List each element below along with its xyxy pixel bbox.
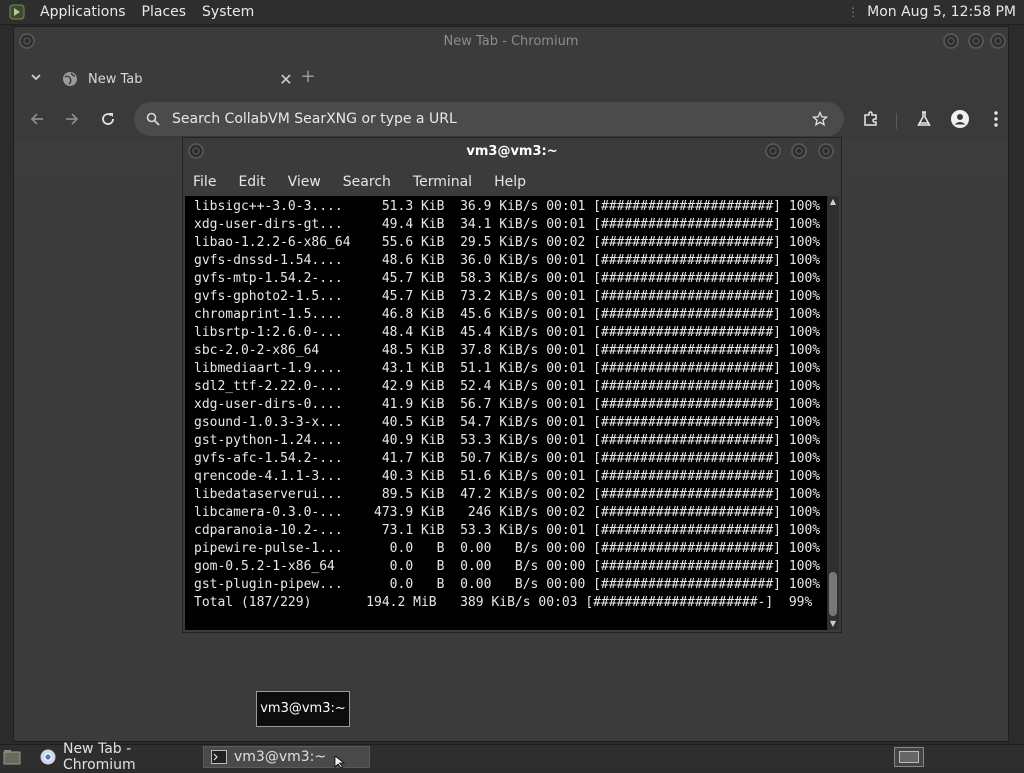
terminal-line: libmediaart-1.9.... 43.1 KiB 51.1 KiB/s … <box>194 361 821 376</box>
task-chromium[interactable]: New Tab - Chromium <box>34 741 200 773</box>
terminal-output[interactable]: libsigc++-3.0-3.... 51.3 KiB 36.9 KiB/s … <box>185 196 827 630</box>
extensions-puzzle-icon[interactable] <box>859 107 883 131</box>
terminal-line: libcamera-0.3.0-... 473.9 KiB 246 KiB/s … <box>194 505 821 520</box>
minimize-button[interactable] <box>943 33 959 49</box>
toolbar-separator <box>896 113 897 129</box>
chromium-window-title: New Tab - Chromium <box>443 34 579 49</box>
bookmark-star-icon[interactable] <box>808 111 832 127</box>
terminal-minimize-button[interactable] <box>765 143 781 159</box>
taskbar-tooltip: vm3@vm3:~ <box>256 691 350 727</box>
scroll-down-arrow-icon[interactable]: ▼ <box>827 618 839 630</box>
task-chromium-label: New Tab - Chromium <box>62 741 136 773</box>
back-arrow-icon[interactable] <box>25 107 49 131</box>
terminal-line: libsrtp-1:2.6.0-... 48.4 KiB 45.4 KiB/s … <box>194 325 821 340</box>
terminal-titlebar[interactable]: vm3@vm3:~ <box>183 138 841 166</box>
workspace-switcher[interactable] <box>894 747 924 767</box>
menu-view[interactable]: View <box>277 174 332 190</box>
terminal-line: gom-0.5.2-1-x86_64 0.0 B 0.00 B/s 00:00 … <box>194 559 821 574</box>
panel-handle-icon: ⋮ <box>847 5 859 19</box>
terminal-line: libao-1.2.2-6-x86_64 55.6 KiB 29.5 KiB/s… <box>194 235 821 250</box>
maximize-button[interactable] <box>968 33 984 49</box>
terminal-line: Total (187/229) 194.2 MiB 389 KiB/s 00:0… <box>194 595 813 610</box>
menu-help[interactable]: Help <box>483 174 537 190</box>
terminal-window: vm3@vm3:~ File Edit View Search Terminal… <box>182 137 842 633</box>
menu-edit[interactable]: Edit <box>227 174 276 190</box>
terminal-line: gvfs-mtp-1.54.2-... 45.7 KiB 58.3 KiB/s … <box>194 271 821 286</box>
menu-file[interactable]: File <box>183 174 227 190</box>
terminal-menubar: File Edit View Search Terminal Help <box>183 168 841 196</box>
terminal-line: gvfs-afc-1.54.2-... 41.7 KiB 50.7 KiB/s … <box>194 451 821 466</box>
chromium-icon <box>40 748 57 766</box>
terminal-line: gst-python-1.24.... 40.9 KiB 53.3 KiB/s … <box>194 433 821 448</box>
tab-new-tab[interactable]: New Tab ✕ <box>54 61 298 97</box>
terminal-close-button[interactable] <box>818 143 834 159</box>
system-menu[interactable]: System <box>194 0 262 24</box>
globe-icon <box>62 71 78 87</box>
workspace-window-preview <box>899 751 919 763</box>
tab-label: New Tab <box>88 71 143 87</box>
terminal-line: gvfs-gphoto2-1.5... 45.7 KiB 73.2 KiB/s … <box>194 289 821 304</box>
profile-avatar-icon[interactable] <box>948 107 972 131</box>
tab-search-chevron-icon[interactable] <box>26 67 46 87</box>
omnibox[interactable]: Search CollabVM SearXNG or type a URL <box>134 102 844 136</box>
menu-search[interactable]: Search <box>332 174 402 190</box>
terminal-line: gsound-1.0.3-3-x... 40.5 KiB 54.7 KiB/s … <box>194 415 821 430</box>
bottom-panel: New Tab - Chromium vm3@vm3:~ <box>0 741 1024 773</box>
close-button[interactable] <box>990 33 1006 49</box>
terminal-line: sbc-2.0-2-x86_64 48.5 KiB 37.8 KiB/s 00:… <box>194 343 821 358</box>
labs-flask-icon[interactable] <box>912 107 936 131</box>
terminal-maximize-button[interactable] <box>791 143 807 159</box>
places-menu[interactable]: Places <box>134 0 195 24</box>
terminal-window-title: vm3@vm3:~ <box>466 144 558 159</box>
terminal-line: libsigc++-3.0-3.... 51.3 KiB 36.9 KiB/s … <box>194 199 821 214</box>
terminal-line: chromaprint-1.5.... 46.8 KiB 45.6 KiB/s … <box>194 307 821 322</box>
browser-toolbar: Search CollabVM SearXNG or type a URL <box>14 97 1008 141</box>
search-icon <box>144 110 162 128</box>
terminal-line: cdparanoia-10.2-... 73.1 KiB 53.3 KiB/s … <box>194 523 821 538</box>
task-terminal-label: vm3@vm3:~ <box>234 749 327 765</box>
chromium-titlebar[interactable]: New Tab - Chromium <box>14 27 1008 57</box>
forward-arrow-icon[interactable] <box>60 107 84 131</box>
mouse-cursor-icon <box>334 756 346 768</box>
terminal-line: qrencode-4.1.1-3... 40.3 KiB 51.6 KiB/s … <box>194 469 821 484</box>
show-desktop-icon[interactable] <box>2 748 22 766</box>
terminal-icon <box>210 748 228 766</box>
omnibox-placeholder[interactable]: Search CollabVM SearXNG or type a URL <box>172 111 808 127</box>
distro-logo-icon[interactable] <box>8 3 26 21</box>
terminal-line: libedataserverui... 89.5 KiB 47.2 KiB/s … <box>194 487 821 502</box>
reload-icon[interactable] <box>96 107 120 131</box>
new-tab-plus-icon[interactable]: + <box>296 65 320 89</box>
kebab-menu-icon[interactable] <box>984 107 1008 131</box>
applications-menu[interactable]: Applications <box>32 0 134 24</box>
scroll-up-arrow-icon[interactable]: ▲ <box>827 196 839 208</box>
terminal-line: sdl2_ttf-2.22.0-... 42.9 KiB 52.4 KiB/s … <box>194 379 821 394</box>
terminal-scrollbar[interactable]: ▲ ▼ <box>827 196 839 630</box>
terminal-line: xdg-user-dirs-gt... 49.4 KiB 34.1 KiB/s … <box>194 217 821 232</box>
terminal-line: xdg-user-dirs-0.... 41.9 KiB 56.7 KiB/s … <box>194 397 821 412</box>
top-panel: Applications Places System ⋮ Mon Aug 5, … <box>0 0 1024 25</box>
tab-strip: New Tab ✕ + <box>14 57 1008 97</box>
scrollbar-thumb[interactable] <box>829 572 837 616</box>
clock[interactable]: Mon Aug 5, 12:58 PM <box>863 4 1020 20</box>
terminal-line: gvfs-dnssd-1.54.... 48.6 KiB 36.0 KiB/s … <box>194 253 821 268</box>
tab-close-icon[interactable]: ✕ <box>274 70 298 89</box>
menu-terminal[interactable]: Terminal <box>402 174 483 190</box>
terminal-line: gst-plugin-pipew... 0.0 B 0.00 B/s 00:00… <box>194 577 821 592</box>
terminal-line: pipewire-pulse-1... 0.0 B 0.00 B/s 00:00… <box>194 541 821 556</box>
terminal-lines: libsigc++-3.0-3.... 51.3 KiB 36.9 KiB/s … <box>194 198 820 612</box>
